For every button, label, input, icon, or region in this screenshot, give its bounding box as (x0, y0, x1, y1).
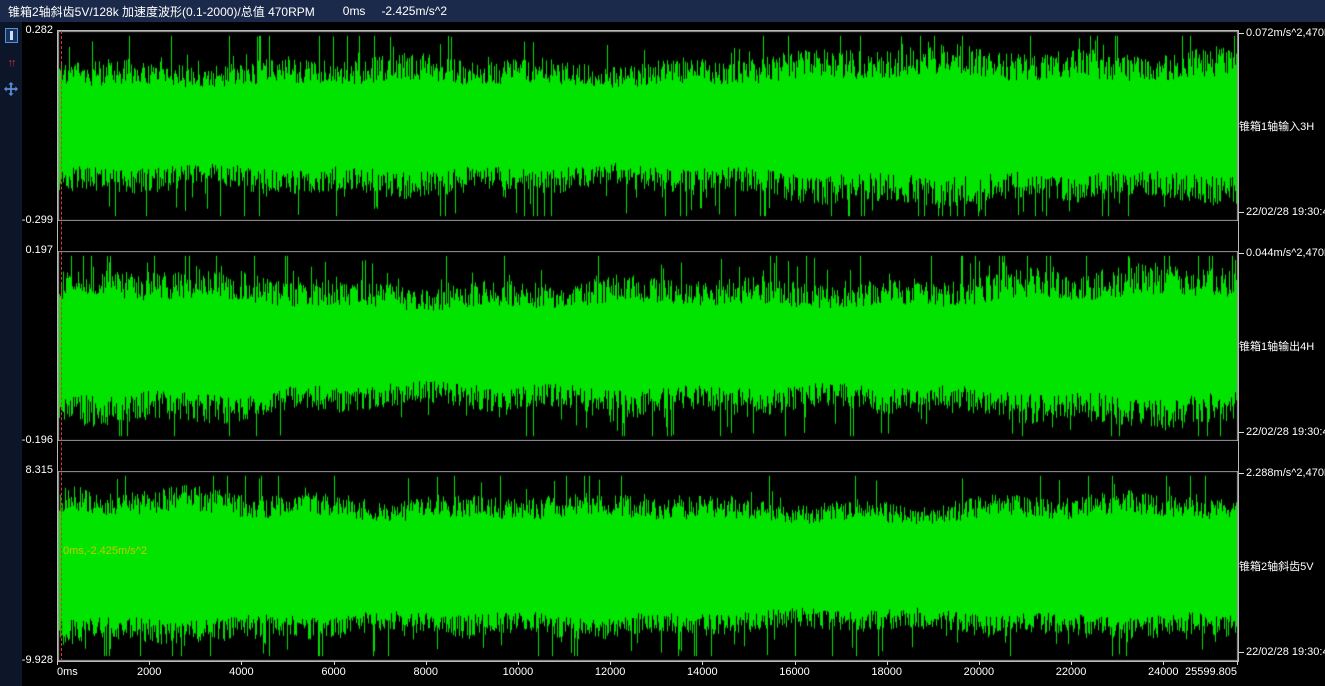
x-tick-label: 2000 (137, 666, 161, 678)
y-max-label-ch1: 0.282 (18, 24, 53, 36)
channel-timestamp-text: 22/02/28 19:30:48 (1246, 426, 1325, 438)
channel-name-label-ch2: 锥箱1轴输出4H (1239, 338, 1314, 354)
channel-timestamp-text: 22/02/28 19:30:48 (1246, 646, 1325, 658)
tick-mark (1239, 432, 1244, 433)
x-tick-label: 16000 (779, 666, 810, 678)
x-tick-mark (1071, 661, 1072, 665)
x-tick-mark (702, 661, 703, 665)
tick-mark (1239, 33, 1244, 34)
x-tick-mark (241, 661, 242, 665)
x-tick-label: 18000 (871, 666, 902, 678)
channel-name-label-ch1: 锥箱1轴输入3H (1239, 118, 1314, 134)
time-cursor-line[interactable] (61, 31, 62, 661)
chart-title: 锥箱2轴斜齿5V/128k 加速度波形(0.1-2000)/总值 470RPM (8, 3, 315, 20)
channel-value-text: 2.288m/s^2,470RPM (1246, 467, 1325, 479)
x-tick-mark (610, 661, 611, 665)
plot-frame: 0ms,-2.425m/s^2 (57, 30, 1239, 662)
channel-value-label-ch2: 0.044m/s^2,470RPM (1239, 247, 1325, 259)
cursor-glyph (10, 31, 13, 40)
x-tick-label: 14000 (687, 666, 718, 678)
x-axis: 0ms 2000 4000 6000 8000 10000 12000 14000 16000 1… (57, 661, 1239, 683)
x-tick-label: 8000 (414, 666, 438, 678)
tick-mark (1239, 253, 1244, 254)
channel-name-text: 锥箱1轴输出4H (1239, 338, 1314, 354)
channel-timestamp-ch1: 22/02/28 19:30:48 (1239, 206, 1325, 218)
tick-mark (1239, 652, 1244, 653)
cursor-value-readout: -2.425m/s^2 (381, 4, 447, 18)
title-bar: 锥箱2轴斜齿5V/128k 加速度波形(0.1-2000)/总值 470RPM … (0, 0, 1325, 22)
channel-timestamp-ch2: 22/02/28 19:30:48 (1239, 426, 1325, 438)
x-tick-mark (979, 661, 980, 665)
x-tick-mark (518, 661, 519, 665)
x-tick-label: 20000 (964, 666, 995, 678)
y-max-label-ch2: 0.197 (18, 244, 53, 256)
y-max-label-ch3: 8.315 (18, 464, 53, 476)
pan-arrows-glyph (4, 82, 18, 96)
channel-value-label-ch3: 2.288m/s^2,470RPM (1239, 467, 1325, 479)
x-tick-mark (795, 661, 796, 665)
harmonic-cursor-tool-icon[interactable]: ↑↑ (3, 55, 19, 71)
y-min-label-ch3: -9.928 (18, 654, 53, 666)
x-tick-label: 0ms (57, 666, 78, 678)
x-tick-label: 25599.805 (1185, 666, 1237, 678)
y-min-label-ch1: -0.299 (18, 214, 53, 226)
waveform-canvas-ch1[interactable] (58, 31, 1238, 221)
channel-name-text: 锥箱2轴斜齿5V (1239, 558, 1314, 574)
waveform-canvas-ch3[interactable] (58, 471, 1238, 661)
x-tick-label: 6000 (321, 666, 345, 678)
x-tick-mark (1163, 661, 1164, 665)
waveform-canvas-ch2[interactable] (58, 251, 1238, 441)
x-tick-label: 4000 (229, 666, 253, 678)
x-tick-mark (334, 661, 335, 665)
x-tick-mark (1237, 661, 1238, 665)
channel-timestamp-text: 22/02/28 19:30:48 (1246, 206, 1325, 218)
single-cursor-tool-icon[interactable] (5, 28, 18, 43)
channel-value-text: 0.044m/s^2,470RPM (1246, 247, 1325, 259)
x-tick-label: 12000 (595, 666, 626, 678)
tick-mark (1239, 473, 1244, 474)
tick-mark (1239, 212, 1244, 213)
x-tick-mark (887, 661, 888, 665)
pan-tool-icon[interactable] (3, 81, 19, 97)
x-tick-mark (426, 661, 427, 665)
x-tick-label: 10000 (503, 666, 534, 678)
channel-value-text: 0.072m/s^2,470RPM (1246, 27, 1325, 39)
vibration-waveform-app: 锥箱2轴斜齿5V/128k 加速度波形(0.1-2000)/总值 470RPM … (0, 0, 1325, 686)
cursor-time-readout: 0ms (343, 4, 366, 18)
x-tick-label: 24000 (1148, 666, 1179, 678)
channel-name-text: 锥箱1轴输入3H (1239, 118, 1314, 134)
toolbar-sidebar: ↑↑ (0, 22, 22, 686)
channel-timestamp-ch3: 22/02/28 19:30:48 (1239, 646, 1325, 658)
y-min-label-ch2: -0.196 (18, 434, 53, 446)
channel-name-label-ch3: 锥箱2轴斜齿5V (1239, 558, 1314, 574)
x-tick-mark (57, 661, 58, 665)
x-tick-mark (149, 661, 150, 665)
x-tick-label: 22000 (1056, 666, 1087, 678)
channel-value-label-ch1: 0.072m/s^2,470RPM (1239, 27, 1325, 39)
cursor-annotation: 0ms,-2.425m/s^2 (63, 545, 147, 557)
